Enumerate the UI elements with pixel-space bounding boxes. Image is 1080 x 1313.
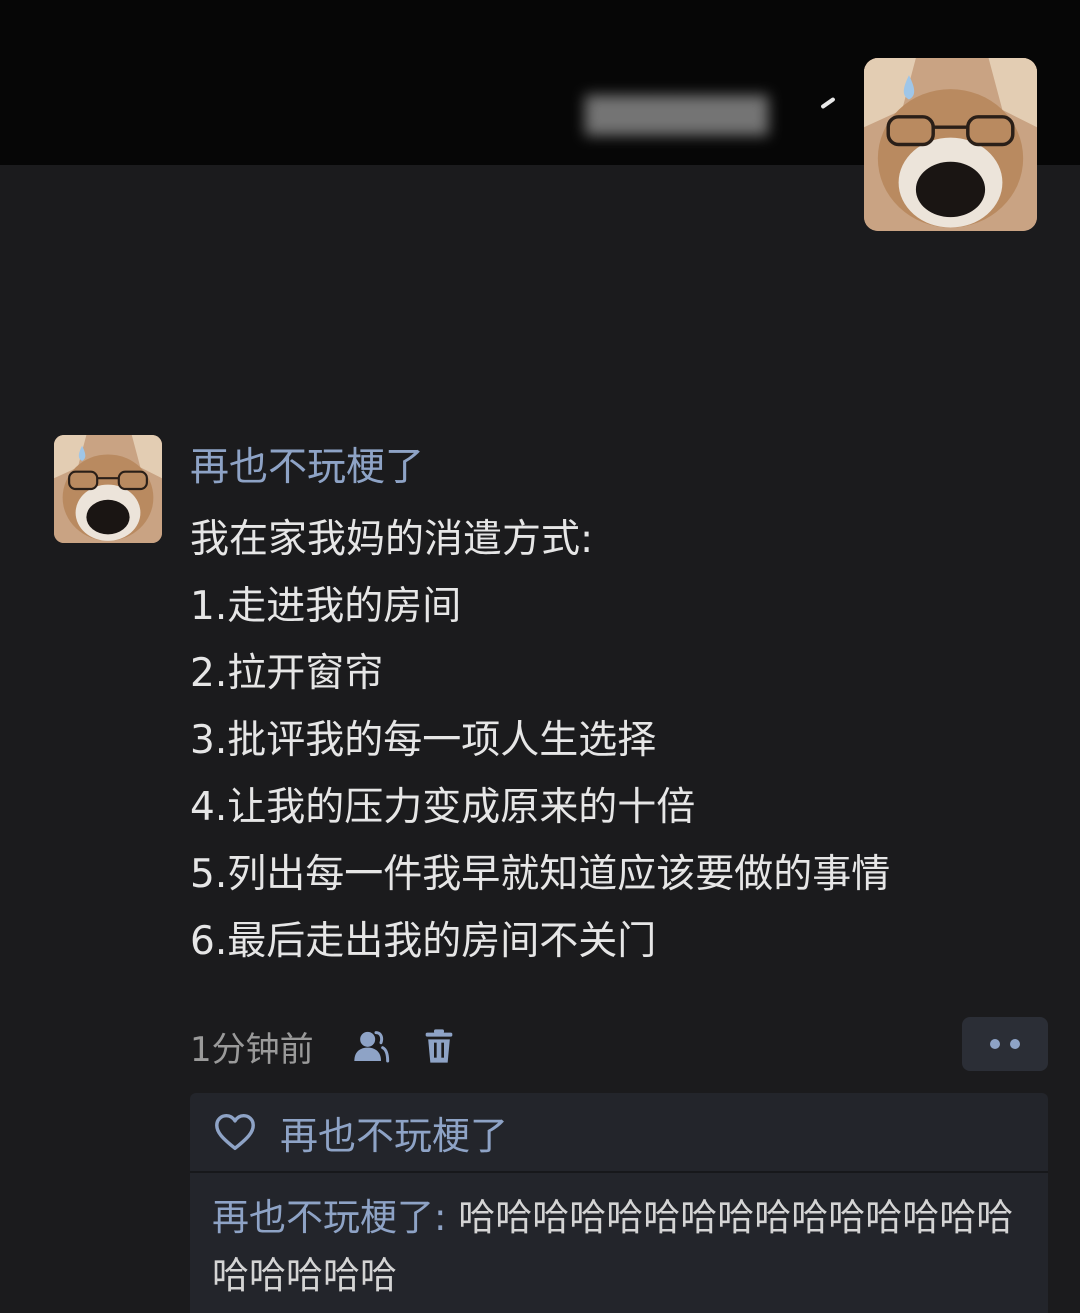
comment-line: 我在家我妈的消遣方式: [190,517,594,562]
comment-line: 5.列出每一件我早就知道应该要做的事情 [190,852,891,897]
comment-avatar[interactable] [54,435,162,543]
comment-line: 2.拉开窗帘 [190,651,384,696]
reply-separator: : [434,1196,459,1239]
shiba-dog-glasses-avatar-icon [54,435,162,543]
trash-icon[interactable] [416,1023,462,1069]
dot [1010,1039,1020,1049]
likes-row: 再也不玩梗了 [190,1093,1048,1173]
comment-meta: 1分钟前 [190,1020,484,1072]
comment-line: 6.最后走出我的房间不关门 [190,919,657,964]
reply-author[interactable]: 再也不玩梗了 [212,1196,434,1239]
comment-line: 3.批评我的每一项人生选择 [190,718,657,763]
reply-box: 再也不玩梗了 再也不玩梗了: 哈哈哈哈哈哈哈哈哈哈哈哈哈哈哈哈哈哈哈哈 [190,1093,1048,1313]
reply: 再也不玩梗了: 哈哈哈哈哈哈哈哈哈哈哈哈哈哈哈哈哈哈哈哈 [190,1173,1048,1305]
dot [990,1039,1000,1049]
shiba-dog-glasses-avatar-icon [864,58,1037,231]
comment-line: 4.让我的压力变成原来的十倍 [190,785,696,830]
blurred-title: ███████ [585,96,769,136]
comment-time: 1分钟前 [190,1029,314,1070]
comment-author[interactable]: 再也不玩梗了 [190,440,1050,496]
comment: 再也不玩梗了 我在家我妈的消遣方式: 1.走进我的房间 2.拉开窗帘 3.批评我… [190,440,1050,975]
header-avatar[interactable] [864,58,1037,231]
heart-outline-icon[interactable] [212,1109,258,1155]
more-dots-icon[interactable] [962,1017,1048,1071]
liker-name[interactable]: 再也不玩梗了 [280,1105,508,1160]
user-icon[interactable] [348,1023,394,1069]
comment-line: 1.走进我的房间 [190,584,462,629]
